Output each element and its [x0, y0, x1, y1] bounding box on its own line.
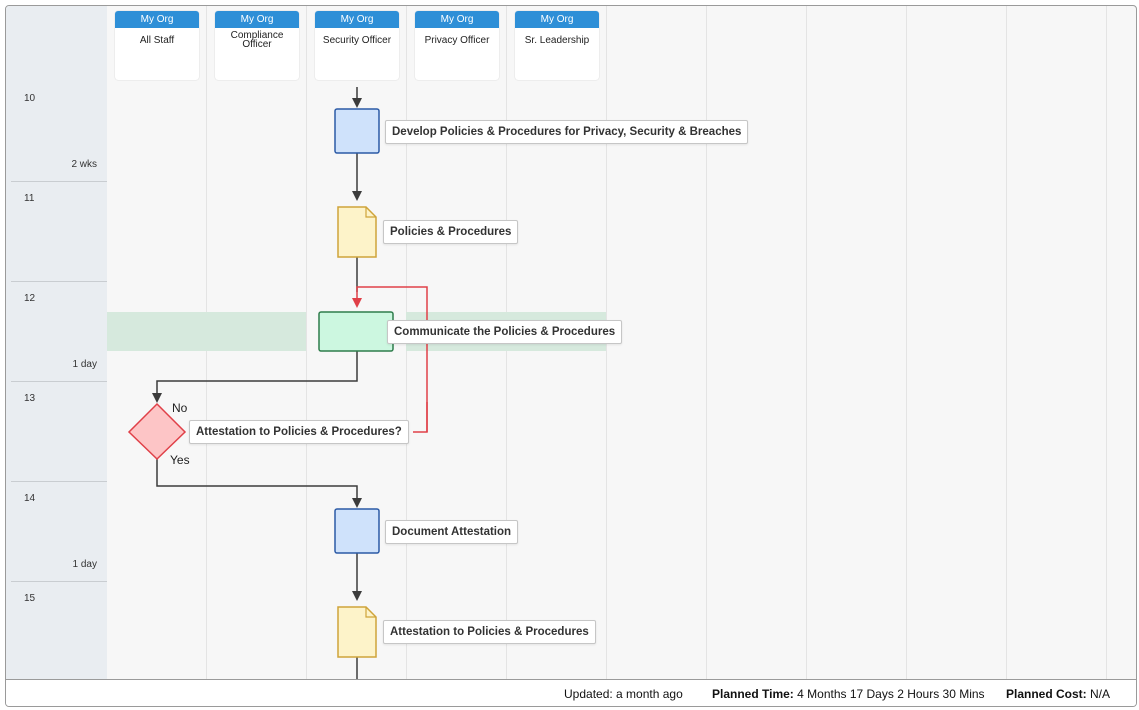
connector-no-branch-loop — [352, 286, 428, 433]
branch-label-no: No — [172, 401, 188, 415]
task-develop-policies[interactable] — [334, 108, 380, 154]
planned-time-label: Planned Time: — [712, 687, 794, 701]
document-attestation[interactable] — [337, 606, 377, 658]
planned-time-value: 4 Months 17 Days 2 Hours 30 Mins — [797, 687, 985, 701]
process-map-frame: 10 2 wks 11 12 1 day 13 14 1 day 15 My O… — [5, 5, 1137, 707]
branch-label-yes: Yes — [170, 453, 190, 467]
step-label-policies-doc[interactable]: Policies & Procedures — [383, 220, 519, 244]
connector-communicate-to-decision — [152, 351, 358, 403]
document-policies-procedures[interactable] — [337, 206, 377, 258]
planned-time: Planned Time: 4 Months 17 Days 2 Hours 3… — [712, 687, 985, 701]
planned-cost-label: Planned Cost: — [1006, 687, 1087, 701]
updated-status: Updated: a month ago — [564, 687, 683, 701]
planned-cost: Planned Cost: N/A — [1006, 687, 1110, 701]
status-footer: Updated: a month ago Planned Time: 4 Mon… — [6, 679, 1136, 706]
step-label-document[interactable]: Document Attestation — [385, 520, 519, 544]
step-label-decision[interactable]: Attestation to Policies & Procedures? — [189, 420, 409, 444]
task-document-attestation[interactable] — [334, 508, 380, 554]
step-label-communicate[interactable]: Communicate the Policies & Procedures — [387, 320, 623, 344]
planned-cost-value: N/A — [1090, 687, 1111, 701]
task-communicate-policies[interactable] — [318, 311, 394, 352]
step-label-attestation-doc[interactable]: Attestation to Policies & Procedures — [383, 620, 596, 644]
step-label-develop[interactable]: Develop Policies & Procedures for Privac… — [385, 120, 749, 144]
